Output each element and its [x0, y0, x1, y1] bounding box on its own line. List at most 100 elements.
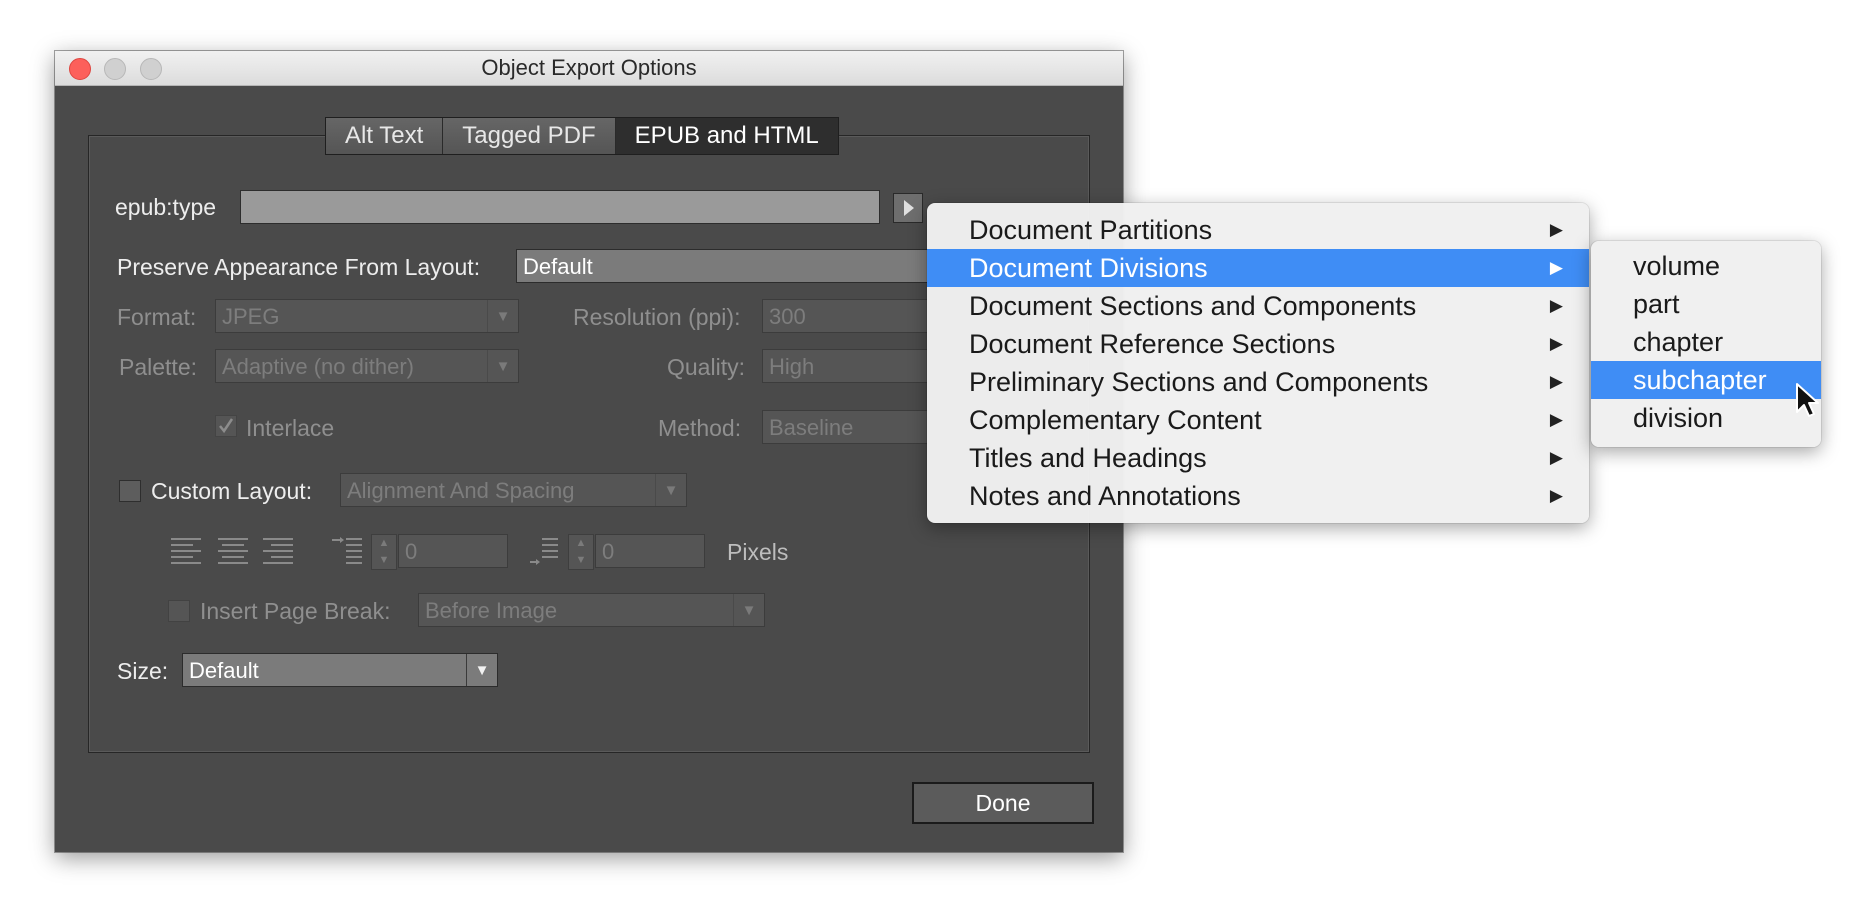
- tab-epub-and-html[interactable]: EPUB and HTML: [615, 118, 838, 154]
- space-before-stepper[interactable]: ▲ ▼: [371, 534, 397, 570]
- format-value: JPEG: [222, 304, 280, 329]
- custom-layout-checkbox[interactable]: [119, 480, 141, 502]
- menu-item-preliminary-sections[interactable]: Preliminary Sections and Components ▶: [927, 363, 1589, 401]
- submenu-arrow-icon: ▶: [1549, 410, 1563, 429]
- tab-alt-text[interactable]: Alt Text: [326, 118, 444, 154]
- preserve-appearance-label: Preserve Appearance From Layout:: [117, 254, 481, 280]
- window-title: Object Export Options: [481, 55, 697, 80]
- submenu-item-label: volume: [1633, 251, 1721, 281]
- menu-item-document-divisions[interactable]: Document Divisions ▶: [927, 249, 1589, 287]
- quality-select[interactable]: High: [762, 349, 942, 383]
- align-center-icon[interactable]: [218, 534, 252, 568]
- resolution-value: 300: [769, 304, 806, 329]
- size-select[interactable]: Default ▼: [182, 653, 498, 687]
- submenu-arrow-icon: ▶: [1549, 258, 1563, 277]
- quality-value: High: [769, 354, 815, 379]
- menu-item-label: Document Divisions: [969, 253, 1208, 283]
- submenu-item-label: subchapter: [1633, 365, 1767, 395]
- palette-value: Adaptive (no dither): [222, 354, 414, 379]
- menu-item-label: Document Partitions: [969, 215, 1213, 245]
- menu-item-label: Preliminary Sections and Components: [969, 367, 1429, 397]
- submenu-item-part[interactable]: part: [1591, 285, 1821, 323]
- chevron-up-icon: ▲: [575, 537, 587, 549]
- menu-item-document-partitions[interactable]: Document Partitions ▶: [927, 211, 1589, 249]
- tab-bar: Alt Text Tagged PDF EPUB and HTML: [325, 117, 839, 155]
- quality-label: Quality:: [667, 354, 745, 380]
- submenu-item-volume[interactable]: volume: [1591, 247, 1821, 285]
- done-button[interactable]: Done: [912, 782, 1094, 824]
- submenu-arrow-icon: ▶: [1549, 334, 1563, 353]
- checkmark-icon: [215, 415, 237, 437]
- menu-item-document-reference-sections[interactable]: Document Reference Sections ▶: [927, 325, 1589, 363]
- palette-label: Palette:: [119, 354, 197, 380]
- submenu-item-subchapter[interactable]: subchapter: [1591, 361, 1821, 399]
- submenu-arrow-icon: ▶: [1549, 372, 1563, 391]
- space-after-value: 0: [602, 539, 615, 564]
- menu-item-label: Document Sections and Components: [969, 291, 1417, 321]
- interlace-checkbox[interactable]: [215, 415, 237, 437]
- menu-item-label: Document Reference Sections: [969, 329, 1336, 359]
- size-label: Size:: [117, 658, 169, 684]
- triangle-right-icon: [904, 200, 914, 216]
- submenu-item-chapter[interactable]: chapter: [1591, 323, 1821, 361]
- space-after-icon: [528, 536, 562, 566]
- menu-item-notes-and-annotations[interactable]: Notes and Annotations ▶: [927, 477, 1589, 515]
- submenu-item-label: chapter: [1633, 327, 1724, 357]
- submenu-item-division[interactable]: division: [1591, 399, 1821, 437]
- custom-layout-select[interactable]: Alignment And Spacing ▼: [340, 473, 687, 507]
- align-left-icon[interactable]: [171, 534, 205, 568]
- resolution-field[interactable]: 300: [762, 299, 942, 333]
- space-before-icon: [330, 536, 364, 566]
- format-label: Format:: [117, 304, 197, 330]
- epub-type-input[interactable]: [240, 190, 880, 224]
- submenu-item-label: part: [1633, 289, 1680, 319]
- menu-item-complementary-content[interactable]: Complementary Content ▶: [927, 401, 1589, 439]
- chevron-down-icon: ▼: [466, 654, 497, 686]
- menu-item-label: Notes and Annotations: [969, 481, 1241, 511]
- space-before-input[interactable]: 0: [398, 534, 508, 568]
- space-after-input[interactable]: 0: [595, 534, 705, 568]
- align-right-icon[interactable]: [263, 534, 297, 568]
- epub-type-menu-button[interactable]: [893, 193, 923, 223]
- preserve-appearance-value: Default: [523, 254, 593, 279]
- submenu-arrow-icon: ▶: [1549, 448, 1563, 467]
- chevron-down-icon: ▼: [655, 474, 686, 506]
- method-value: Baseline: [769, 415, 854, 440]
- interlace-label: Interlace: [246, 415, 335, 441]
- epub-type-label: epub:type: [115, 194, 217, 220]
- arrow-cursor-icon: [1795, 382, 1821, 420]
- size-value: Default: [189, 658, 259, 683]
- epub-type-category-menu: Document Partitions ▶ Document Divisions…: [927, 203, 1589, 523]
- format-select[interactable]: JPEG ▼: [215, 299, 519, 333]
- space-after-stepper[interactable]: ▲ ▼: [568, 534, 594, 570]
- insert-page-break-select[interactable]: Before Image ▼: [418, 593, 765, 627]
- menu-item-document-sections[interactable]: Document Sections and Components ▶: [927, 287, 1589, 325]
- menu-item-titles-and-headings[interactable]: Titles and Headings ▶: [927, 439, 1589, 477]
- tab-tagged-pdf[interactable]: Tagged PDF: [443, 118, 616, 154]
- chevron-down-icon: ▼: [487, 350, 518, 382]
- document-divisions-submenu: volume part chapter subchapter division: [1591, 241, 1821, 447]
- menu-item-label: Titles and Headings: [969, 443, 1207, 473]
- chevron-down-icon: ▼: [575, 554, 587, 566]
- custom-layout-value: Alignment And Spacing: [347, 478, 575, 503]
- insert-page-break-value: Before Image: [425, 598, 558, 623]
- submenu-arrow-icon: ▶: [1549, 296, 1563, 315]
- chevron-down-icon: ▼: [733, 594, 764, 626]
- space-before-value: 0: [405, 539, 418, 564]
- custom-layout-label: Custom Layout:: [151, 478, 313, 504]
- insert-page-break-checkbox[interactable]: [168, 600, 190, 622]
- chevron-down-icon: ▼: [487, 300, 518, 332]
- method-select[interactable]: Baseline: [762, 410, 942, 444]
- insert-page-break-label: Insert Page Break:: [200, 598, 391, 624]
- submenu-arrow-icon: ▶: [1549, 486, 1563, 505]
- menu-item-label: Complementary Content: [969, 405, 1262, 435]
- title-bar: Object Export Options: [55, 51, 1123, 86]
- resolution-label: Resolution (ppi):: [573, 304, 741, 330]
- submenu-arrow-icon: ▶: [1549, 220, 1563, 239]
- submenu-item-label: division: [1633, 403, 1724, 433]
- palette-select[interactable]: Adaptive (no dither) ▼: [215, 349, 519, 383]
- preserve-appearance-select[interactable]: Default: [516, 249, 936, 283]
- chevron-down-icon: ▼: [378, 554, 390, 566]
- method-label: Method:: [658, 415, 742, 441]
- pixels-label: Pixels: [727, 539, 789, 565]
